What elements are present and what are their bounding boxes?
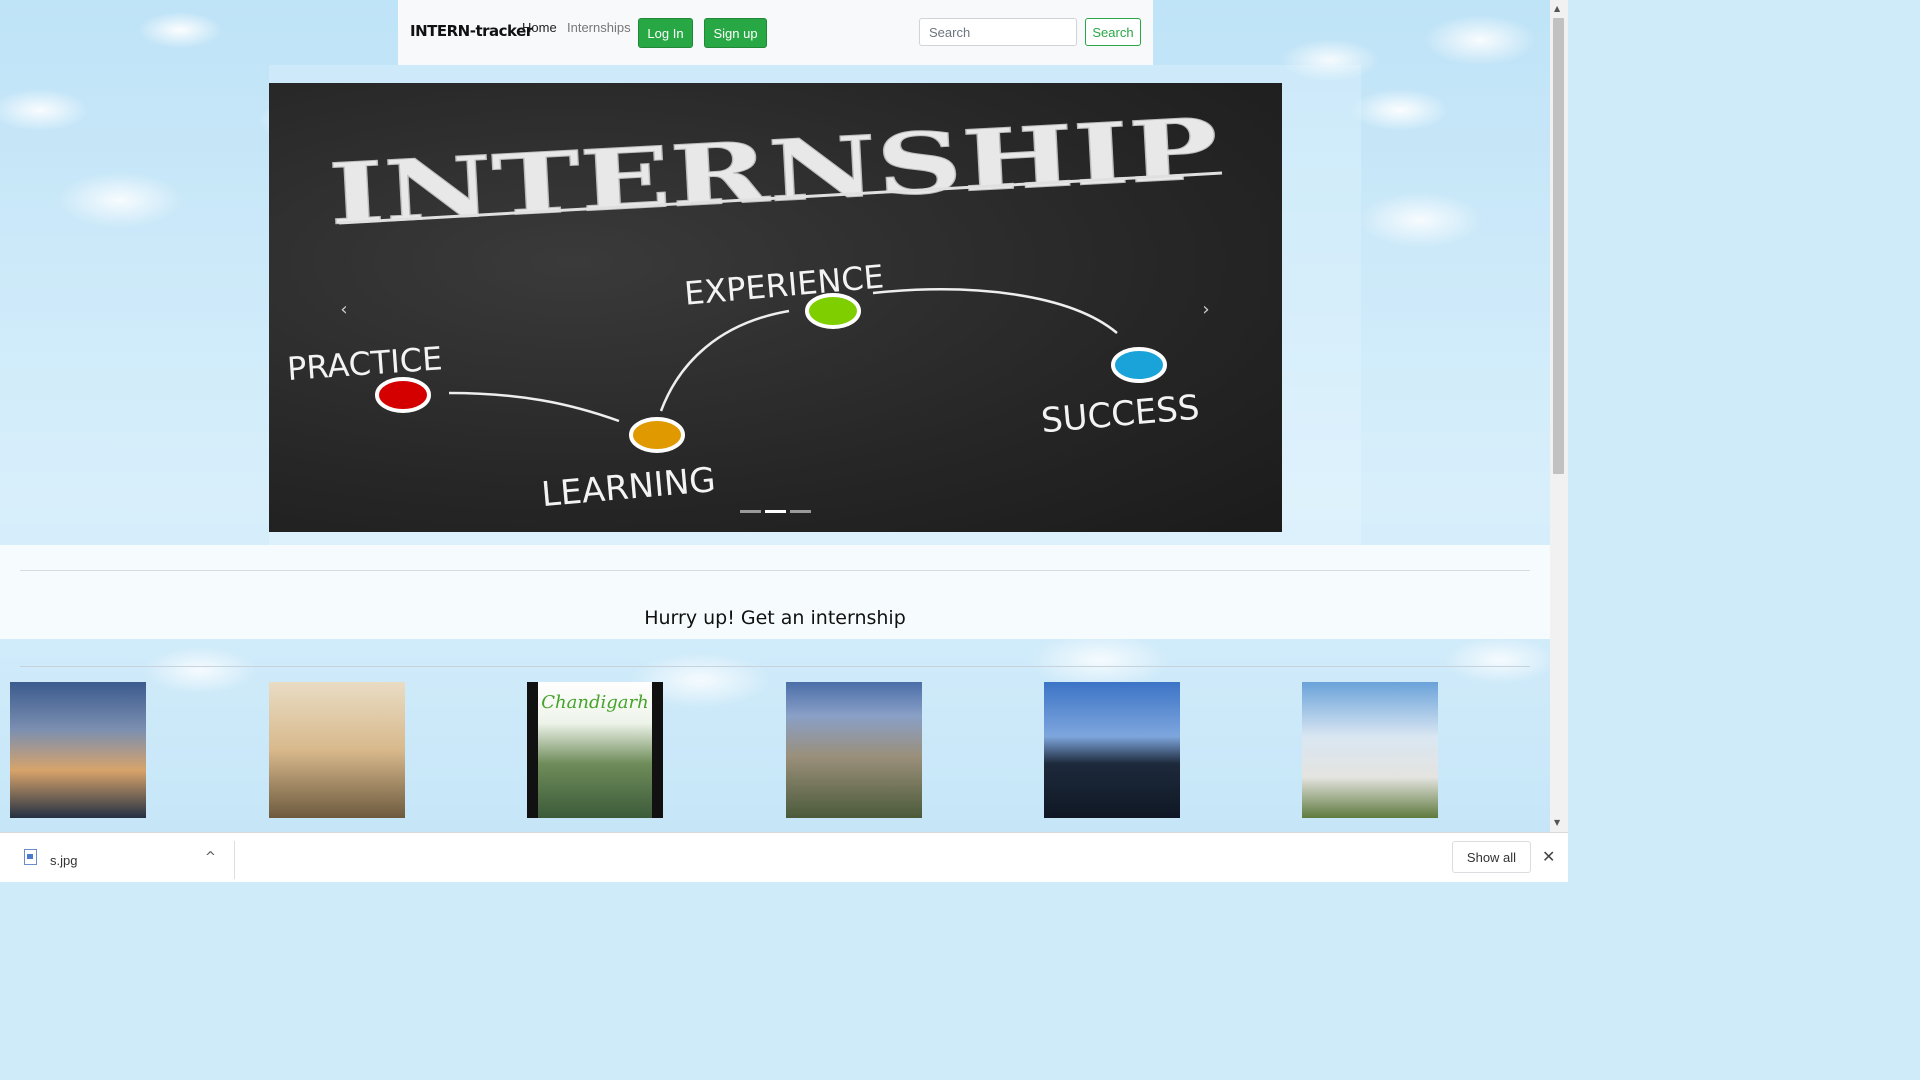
brand-logo[interactable]: INTERN-tracker [410, 22, 533, 40]
dot-orange [629, 417, 685, 453]
arrow-2 [659, 309, 790, 412]
city-thumbnail-bridge[interactable] [1044, 682, 1180, 818]
search-button[interactable]: Search [1085, 18, 1141, 46]
chevron-up-icon[interactable]: ^ [205, 850, 216, 865]
carousel: INTERNSHIP PRACTICE LEARNING EXPERIENCE … [269, 83, 1282, 532]
scrollbar[interactable]: ▲ ▼ [1550, 0, 1568, 832]
close-icon[interactable]: ✕ [1542, 847, 1555, 866]
city-thumbnail-buildings[interactable] [786, 682, 922, 818]
login-button[interactable]: Log In [638, 18, 693, 48]
carousel-next-icon[interactable]: › [1196, 299, 1216, 320]
scroll-up-icon[interactable]: ▲ [1554, 4, 1560, 13]
nav-internships-link[interactable]: Internships [567, 20, 631, 35]
divider [20, 666, 1530, 667]
city-thumbnail-india-gate[interactable] [269, 682, 405, 818]
search-input[interactable]: Search [919, 18, 1077, 46]
slide-label-success: SUCCESS [1040, 388, 1201, 442]
city-thumbnail-chandigarh[interactable]: Chandigarh [527, 682, 663, 818]
carousel-indicators [740, 510, 811, 513]
download-bar: s.jpg ^ Show all ✕ [0, 832, 1568, 882]
carousel-slide-image: INTERNSHIP PRACTICE LEARNING EXPERIENCE … [286, 98, 1223, 515]
dot-blue [1111, 347, 1167, 383]
city-thumbnail-house[interactable] [1302, 682, 1438, 818]
slide-title: INTERNSHIP [326, 99, 1220, 244]
slide-label-learning: LEARNING [540, 460, 717, 515]
dot-green [805, 293, 861, 329]
image-file-icon [24, 849, 37, 865]
dot-red [375, 377, 431, 413]
download-file-name[interactable]: s.jpg [50, 853, 77, 868]
search-placeholder: Search [929, 25, 971, 40]
carousel-prev-icon[interactable]: ‹ [334, 299, 354, 320]
carousel-indicator-active[interactable] [765, 510, 786, 513]
navbar: INTERN-tracker Home Internships Log In S… [398, 0, 1153, 65]
city-thumbnail-skyline[interactable] [10, 682, 146, 818]
carousel-indicator[interactable] [790, 510, 811, 513]
section-heading: Hurry up! Get an internship [644, 607, 906, 629]
nav-home-link[interactable]: Home [522, 20, 557, 35]
arrow-1 [448, 391, 620, 423]
carousel-indicator[interactable] [740, 510, 761, 513]
scroll-down-icon[interactable]: ▼ [1554, 818, 1560, 827]
divider [20, 570, 1530, 571]
signup-button[interactable]: Sign up [704, 18, 767, 48]
arrow-3 [872, 288, 1118, 334]
chandigarh-label: Chandigarh [541, 692, 649, 713]
chandigarh-image: Chandigarh [538, 682, 652, 818]
show-all-button[interactable]: Show all [1452, 841, 1531, 873]
scroll-thumb[interactable] [1553, 18, 1564, 474]
divider [234, 841, 235, 879]
